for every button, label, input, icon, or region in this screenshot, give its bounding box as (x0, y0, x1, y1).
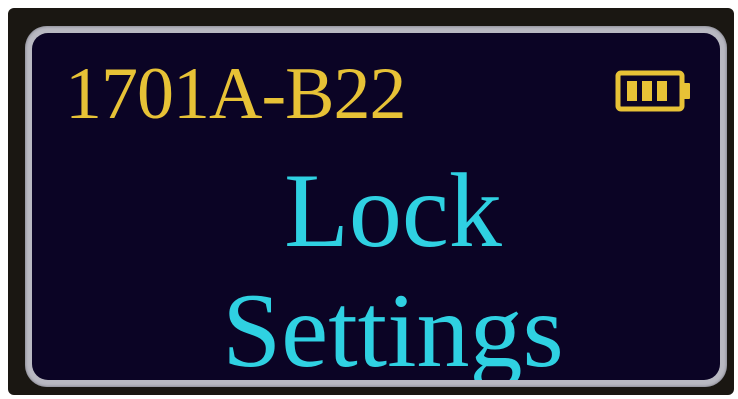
device-body: 1701A-B22 Lock Settings (8, 8, 734, 395)
battery-terminal (683, 83, 690, 99)
battery-bar (642, 81, 652, 101)
display-bezel: 1701A-B22 Lock Settings (25, 26, 727, 387)
battery-bar (627, 81, 637, 101)
battery-bar (657, 81, 667, 101)
battery-icon (615, 70, 690, 112)
display-screen: 1701A-B22 Lock Settings (32, 33, 720, 380)
device-id-label: 1701A-B22 (65, 53, 406, 135)
screen-title-line-1: Lock (284, 152, 502, 269)
screen-title-line-2: Settings (222, 272, 564, 381)
